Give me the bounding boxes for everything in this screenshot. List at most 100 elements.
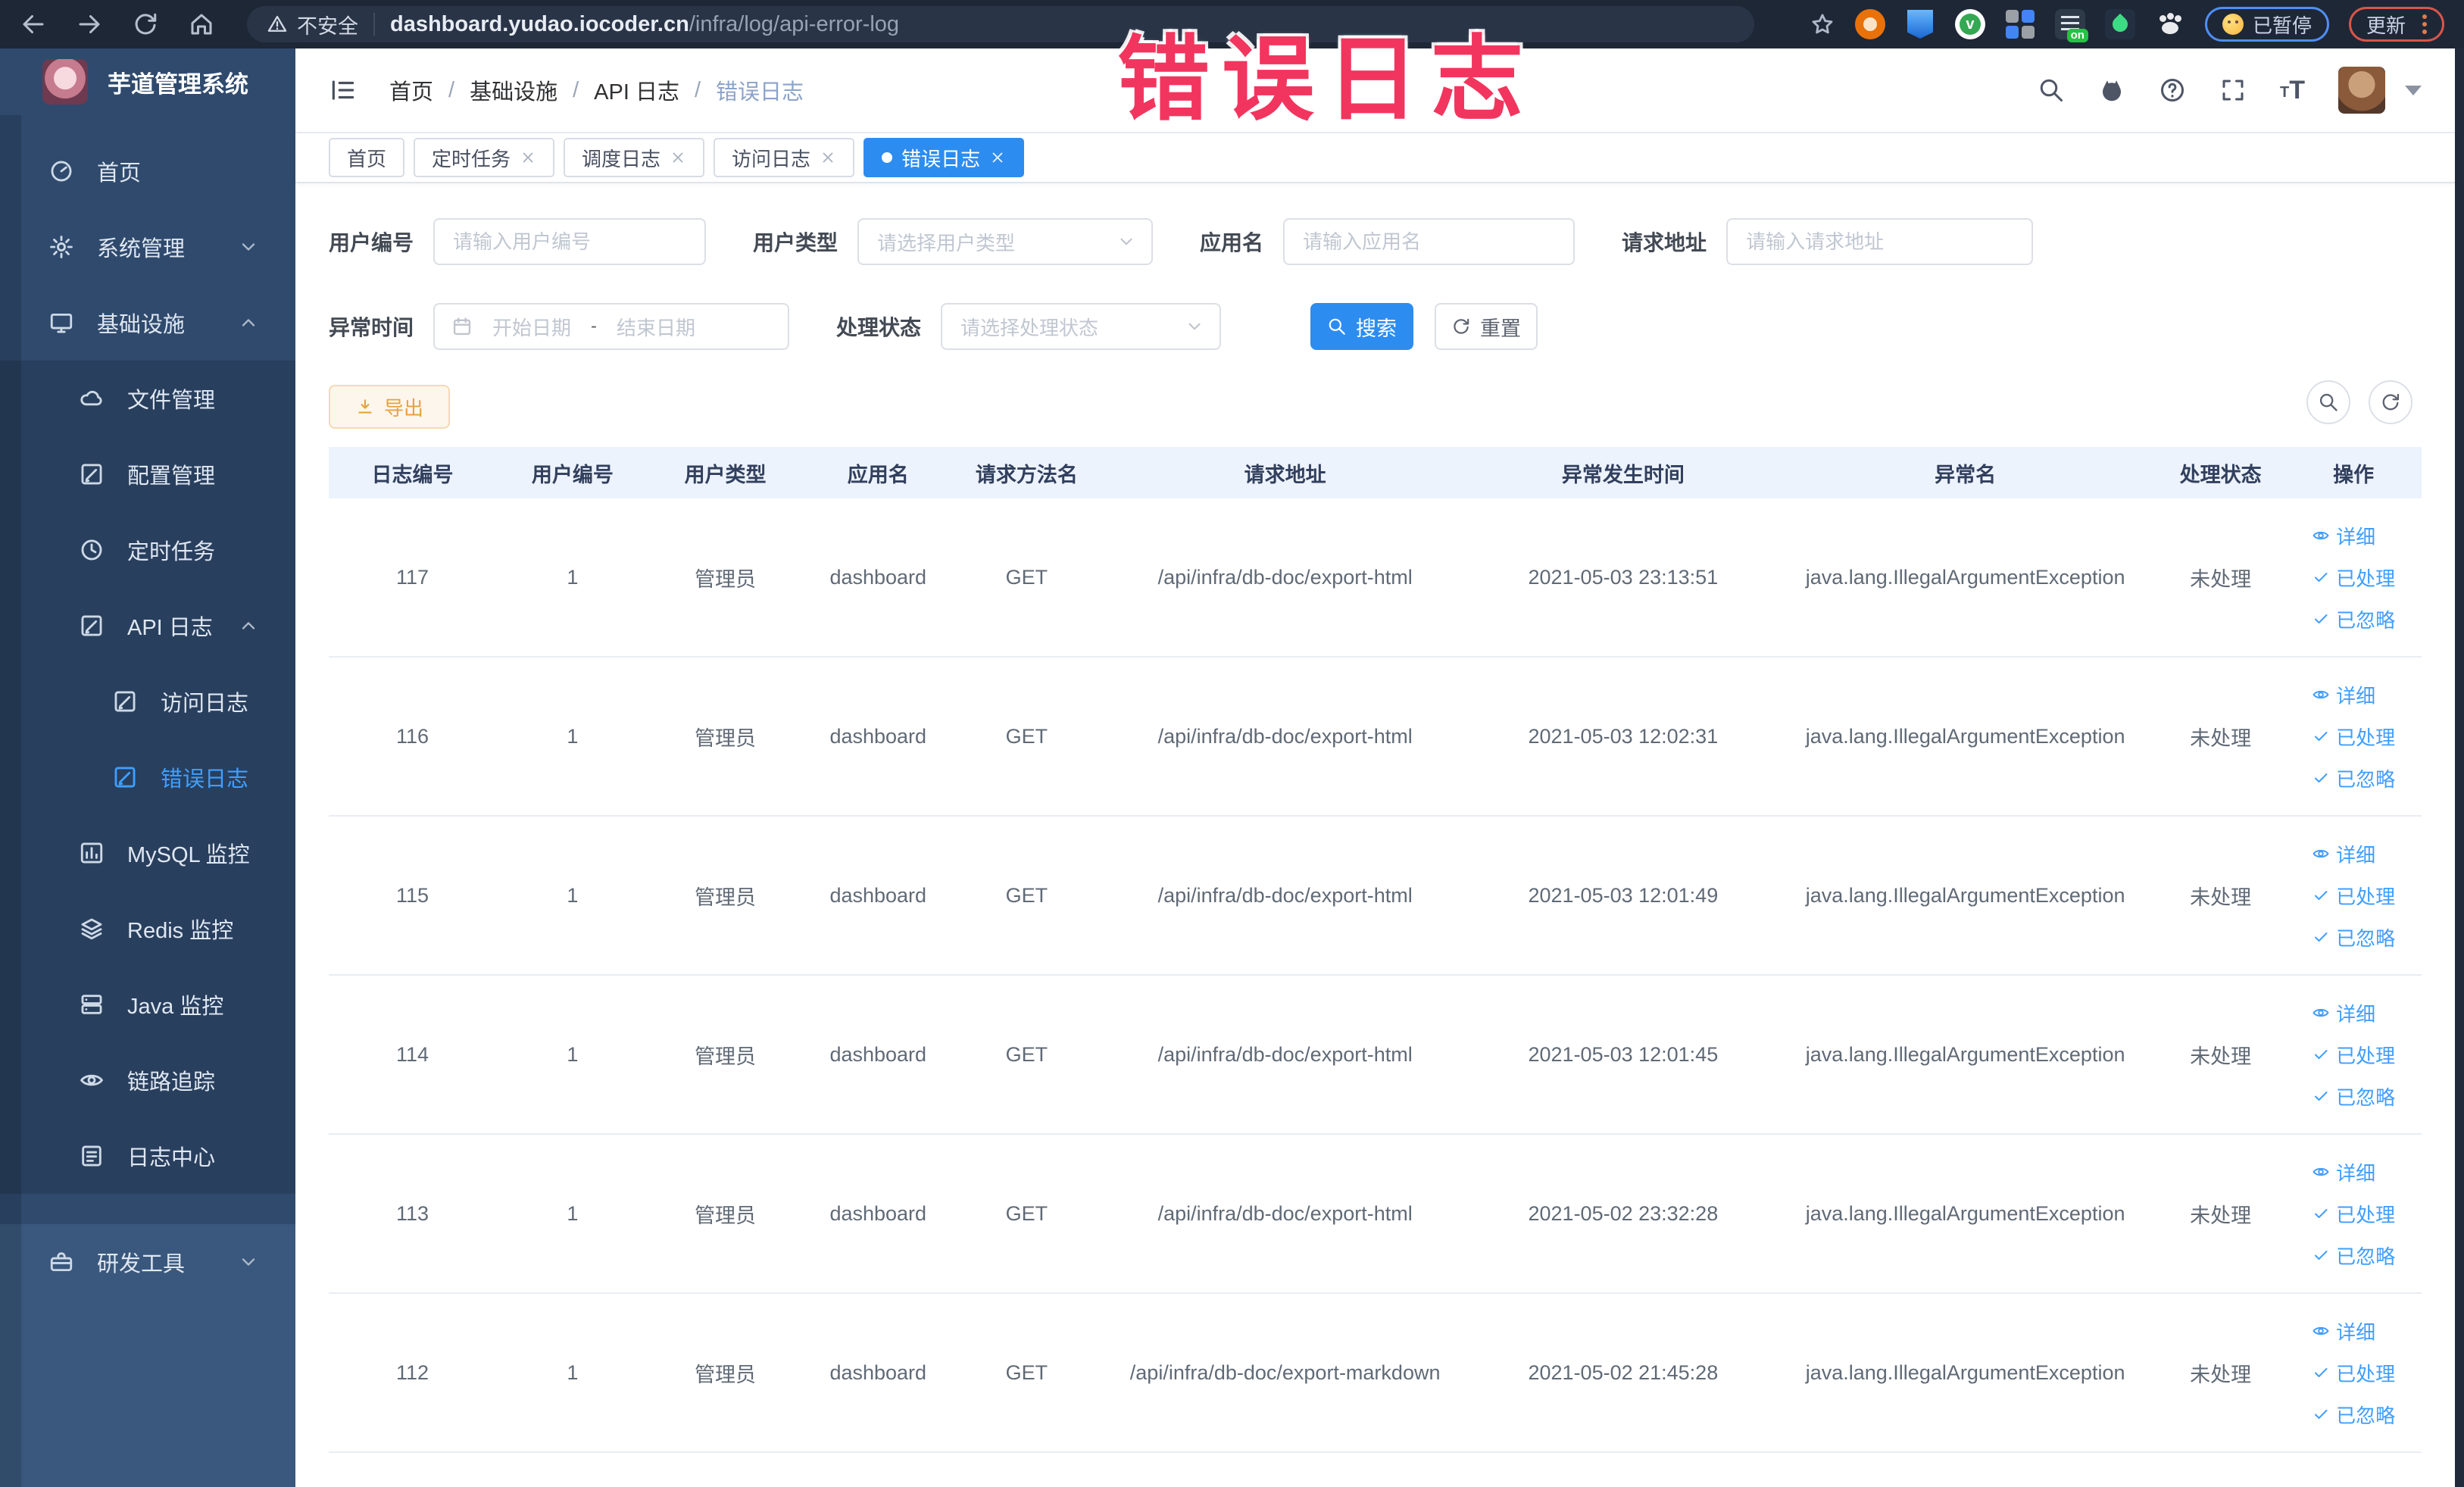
forward-icon[interactable] [76,11,103,38]
action-link[interactable]: 详细 [2312,522,2375,550]
orange-extension-icon[interactable] [1854,9,1885,39]
action-link[interactable]: 已忽略 [2312,1401,2395,1429]
sidebar-item[interactable]: Java 监控 [0,967,295,1042]
action-link[interactable]: 已忽略 [2312,605,2395,633]
action-link[interactable]: 已忽略 [2312,764,2395,792]
export-button[interactable]: 导出 [329,385,450,429]
page-scrollbar-strip[interactable] [2455,48,2464,1487]
exception-time-label: 异常时间 [329,316,414,339]
proxy-extension-icon[interactable]: on [2054,9,2088,42]
bookmark-star-icon[interactable] [1810,11,1835,37]
sidebar-item[interactable]: 配置管理 [0,436,295,512]
sidebar-item[interactable]: 链路追踪 [0,1042,295,1118]
action-link[interactable]: 详细 [2312,840,2375,868]
grid-extension-icon[interactable] [2005,9,2035,39]
process-status-select[interactable]: 请选择处理状态 [941,303,1222,350]
page-tab[interactable]: 访问日志 [714,138,855,177]
sidebar-item[interactable]: Redis 监控 [0,891,295,967]
action-link[interactable]: 详细 [2312,681,2375,709]
cell-user_type: 管理员 [695,1045,757,1068]
action-link[interactable]: 已处理 [2312,1200,2395,1228]
chevron-down-icon [1116,232,1136,251]
page-tab[interactable]: 错误日志 [863,138,1025,177]
sidebar-item[interactable]: 日志中心 [0,1118,295,1194]
action-label: 详细 [2336,1320,2376,1344]
action-link[interactable]: 已处理 [2312,882,2395,910]
sidebar-item[interactable]: 首页 [0,133,295,209]
profile-paused-chip[interactable]: 已暂停 [2204,7,2329,42]
sprout-extension-icon[interactable] [2104,9,2135,39]
address-bar[interactable]: 不安全 dashboard.yudao.iocoder.cn /infra/lo… [247,6,1754,42]
active-tab-dot-icon [882,152,893,163]
breadcrumb-item[interactable]: 基础设施 [470,74,557,106]
filter-request-url: 请求地址 [1622,218,2034,265]
page-tab[interactable]: 定时任务 [414,138,555,177]
green-check-extension-icon[interactable]: v [1954,9,1985,39]
sidebar-item[interactable]: 定时任务 [0,512,295,588]
action-label: 已忽略 [2336,1086,2396,1109]
fullscreen-icon[interactable] [2219,77,2247,104]
paw-extension-icon[interactable] [2155,9,2185,39]
reload-icon[interactable] [132,11,159,38]
action-link[interactable]: 已处理 [2312,564,2395,592]
home-icon[interactable] [188,11,215,38]
refresh-table-button[interactable] [2369,380,2412,424]
action-link[interactable]: 详细 [2312,1317,2375,1345]
browser-update-button[interactable]: 更新 [2348,7,2444,42]
sidebar-item[interactable]: 访问日志 [0,664,295,739]
close-tab-icon[interactable] [520,149,536,166]
close-tab-icon[interactable] [820,149,836,166]
shield-extension-icon[interactable] [1905,9,1935,39]
user-id-input[interactable] [433,218,707,265]
search-button[interactable]: 搜索 [1310,303,1414,350]
cell-actions: 详细 已处理 已忽略 [2285,681,2422,792]
breadcrumb-separator: / [573,77,579,102]
tab-label: 调度日志 [582,147,661,170]
action-link[interactable]: 已处理 [2312,1041,2395,1069]
cell-id: 116 [395,724,429,748]
github-icon[interactable] [2098,77,2125,104]
caret-down-icon[interactable] [2405,85,2422,95]
close-tab-icon[interactable] [989,149,1006,166]
browser-menu-icon[interactable] [2422,22,2427,27]
toggle-search-button[interactable] [2306,380,2350,424]
cell-user_type: 管理员 [695,886,757,909]
action-link[interactable]: 已忽略 [2312,923,2395,951]
action-link[interactable]: 详细 [2312,999,2375,1027]
gear-icon [48,234,74,260]
reset-button[interactable]: 重置 [1435,303,1538,350]
action-link[interactable]: 已忽略 [2312,1242,2395,1270]
app-name-input[interactable] [1283,218,1576,265]
sidebar-item[interactable]: 文件管理 [0,361,295,436]
user-type-select[interactable]: 请选择用户类型 [857,218,1154,265]
request-url-input[interactable] [1726,218,2034,265]
process-status-placeholder: 请选择处理状态 [960,316,1099,339]
sidebar-item[interactable]: 基础设施 [0,285,295,361]
action-link[interactable]: 已忽略 [2312,1082,2395,1111]
action-link[interactable]: 已处理 [2312,1359,2395,1387]
sidebar-item-label: 定时任务 [127,540,216,564]
breadcrumb-item[interactable]: API 日志 [594,74,679,106]
avatar[interactable] [2338,67,2385,114]
action-link[interactable]: 已处理 [2312,723,2395,751]
date-range-picker[interactable]: 开始日期 - 结束日期 [433,303,790,350]
close-tab-icon[interactable] [670,149,686,166]
security-label: 不安全 [297,14,358,38]
page-tab[interactable]: 调度日志 [564,138,705,177]
sidebar-item-label: 基础设施 [97,313,186,337]
sidebar-item[interactable]: 错误日志 [0,739,295,815]
sidebar-item[interactable]: MySQL 监控 [0,815,295,891]
collapse-sidebar-icon[interactable] [329,76,358,105]
breadcrumb-item[interactable]: 首页 [389,74,433,106]
page-tab[interactable]: 首页 [329,138,405,177]
app-logo-row[interactable]: 芋道管理系统 [0,48,295,115]
font-size-icon[interactable]: TT [2280,77,2305,103]
sidebar-item[interactable]: API 日志 [0,588,295,664]
sidebar-item[interactable]: 研发工具 [0,1224,295,1300]
cell-user_type: 管理员 [695,1204,757,1227]
action-link[interactable]: 详细 [2312,1158,2375,1186]
search-icon[interactable] [2038,77,2065,104]
sidebar-item[interactable]: 系统管理 [0,209,295,285]
back-icon[interactable] [20,11,47,38]
help-icon[interactable] [2159,77,2186,104]
